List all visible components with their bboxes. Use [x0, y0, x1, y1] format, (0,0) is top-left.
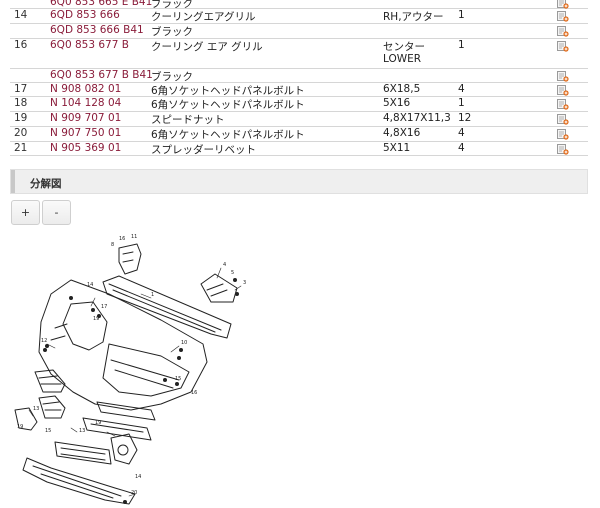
bumper-reinforcement-bar [102, 275, 232, 339]
part-number: 6QD 853 666 [50, 9, 120, 21]
part-remark: 4,8X16 [383, 127, 421, 139]
part-description: クーリング エア グリル [151, 41, 263, 53]
left-mount-bracket [118, 243, 142, 275]
part-quantity: 1 [458, 97, 465, 109]
part-number: 6QD 853 666 B41 [50, 24, 144, 36]
part-number: 6Q0 853 665 E B41 [50, 0, 153, 8]
part-remark: 5X16 [383, 97, 411, 109]
svg-text:16: 16 [191, 390, 197, 396]
svg-text:3: 3 [243, 280, 246, 286]
exploded-view-header: 分解図 [10, 169, 588, 194]
add-to-cart-icon[interactable] [557, 40, 569, 52]
svg-text:5: 5 [231, 270, 234, 276]
svg-text:15: 15 [45, 428, 51, 434]
part-quantity: 4 [458, 142, 465, 154]
center-grille-lower [54, 441, 112, 465]
svg-text:17: 17 [101, 304, 107, 310]
svg-text:19: 19 [93, 316, 99, 322]
svg-text:13: 13 [33, 406, 39, 412]
center-grille-upper [96, 401, 156, 421]
cooling-grille-left-lower [38, 395, 66, 419]
part-remark: 4,8X17X11,3 [383, 112, 451, 124]
part-description: スピードナット [151, 114, 225, 126]
part-quantity: 12 [458, 112, 472, 124]
header-accent-bar [11, 170, 15, 193]
row-number: 16 [14, 39, 28, 51]
row-number: 19 [14, 112, 28, 124]
table-row: 6QD 853 666 B41 ブラック [10, 23, 588, 39]
part-quantity: 4 [458, 127, 465, 139]
svg-text:20: 20 [131, 490, 137, 496]
part-quantity: 1 [458, 39, 465, 51]
part-number: N 908 082 01 [50, 83, 122, 95]
part-description: ブラック [151, 26, 193, 38]
part-remark: 6X18,5 [383, 83, 421, 95]
part-quantity: 1 [458, 9, 465, 21]
part-remark: 5X11 [383, 142, 411, 154]
table-row: 21 N 905 369 01 スプレッダーリベット 5X11 4 [10, 141, 588, 156]
part-remark-line2: LOWER [383, 53, 422, 65]
svg-text:14: 14 [87, 282, 93, 288]
part-description: クーリングエアグリル [151, 11, 256, 23]
add-to-cart-icon[interactable] [557, 84, 569, 96]
svg-text:11: 11 [131, 234, 137, 240]
part-number: N 104 128 04 [50, 97, 122, 109]
exploded-view-title: 分解図 [30, 178, 62, 190]
svg-text:12: 12 [41, 338, 47, 344]
fog-lamp-trim-right [110, 433, 138, 465]
zoom-out-button[interactable]: - [42, 200, 71, 225]
add-to-cart-icon[interactable] [557, 25, 569, 37]
callout-numbers: 16 118 145 31014 171912 151619 131514 201… [17, 234, 246, 496]
table-row: 18 N 104 128 04 6角ソケットヘッドパネルボルト 5X16 1 [10, 96, 588, 112]
cooling-grille-left [34, 369, 66, 393]
svg-text:1: 1 [151, 292, 154, 298]
svg-text:19: 19 [95, 420, 101, 426]
svg-text:14: 14 [135, 474, 141, 480]
part-number: 6Q0 853 677 B [50, 39, 129, 51]
right-mount-bracket [200, 273, 238, 303]
row-number: 20 [14, 127, 28, 139]
add-to-cart-icon[interactable] [557, 128, 569, 140]
svg-text:13: 13 [79, 428, 85, 434]
exploded-parts-diagram[interactable]: 16 118 145 31014 171912 151619 131514 201… [11, 232, 261, 508]
table-row: 14 6QD 853 666 クーリングエアグリル RH,アウター 1 [10, 8, 588, 24]
row-number: 14 [14, 9, 28, 21]
part-quantity: 4 [458, 83, 465, 95]
table-row: 20 N 907 750 01 6角ソケットヘッドパネルボルト 4,8X16 4 [10, 126, 588, 142]
add-to-cart-icon[interactable] [557, 70, 569, 82]
part-remark: センター [383, 41, 425, 53]
part-number: N 907 750 01 [50, 127, 122, 139]
part-remark: RH,アウター [383, 11, 444, 23]
table-row: 16 6Q0 853 677 B クーリング エア グリル センター 1 LOWER [10, 38, 588, 69]
part-description: スプレッダーリベット [151, 144, 256, 156]
svg-text:16: 16 [119, 236, 125, 242]
row-number: 21 [14, 142, 28, 154]
svg-text:10: 10 [181, 340, 187, 346]
add-to-cart-icon[interactable] [557, 10, 569, 22]
add-to-cart-icon[interactable] [557, 98, 569, 110]
zoom-in-button[interactable]: + [11, 200, 40, 225]
svg-text:8: 8 [111, 242, 114, 248]
add-to-cart-icon[interactable] [557, 113, 569, 125]
part-description: 6角ソケットヘッドパネルボルト [151, 129, 305, 141]
svg-text:4: 4 [223, 262, 226, 268]
part-description: 6角ソケットヘッドパネルボルト [151, 99, 305, 111]
svg-text:15: 15 [175, 376, 181, 382]
row-number: 18 [14, 97, 28, 109]
part-number: 6Q0 853 677 B B41 [50, 69, 153, 81]
add-to-cart-icon[interactable] [557, 143, 569, 155]
row-number: 17 [14, 83, 28, 95]
part-number: N 905 369 01 [50, 142, 122, 154]
part-number: N 909 707 01 [50, 112, 122, 124]
svg-text:19: 19 [17, 424, 23, 430]
table-row: 19 N 909 707 01 スピードナット 4,8X17X11,3 12 [10, 111, 588, 127]
lower-spoiler [22, 457, 136, 505]
table-row: 17 N 908 082 01 6角ソケットヘッドパネルボルト 6X18,5 4 [10, 82, 588, 97]
table-row: 6Q0 853 677 B B41 ブラック [10, 68, 588, 83]
